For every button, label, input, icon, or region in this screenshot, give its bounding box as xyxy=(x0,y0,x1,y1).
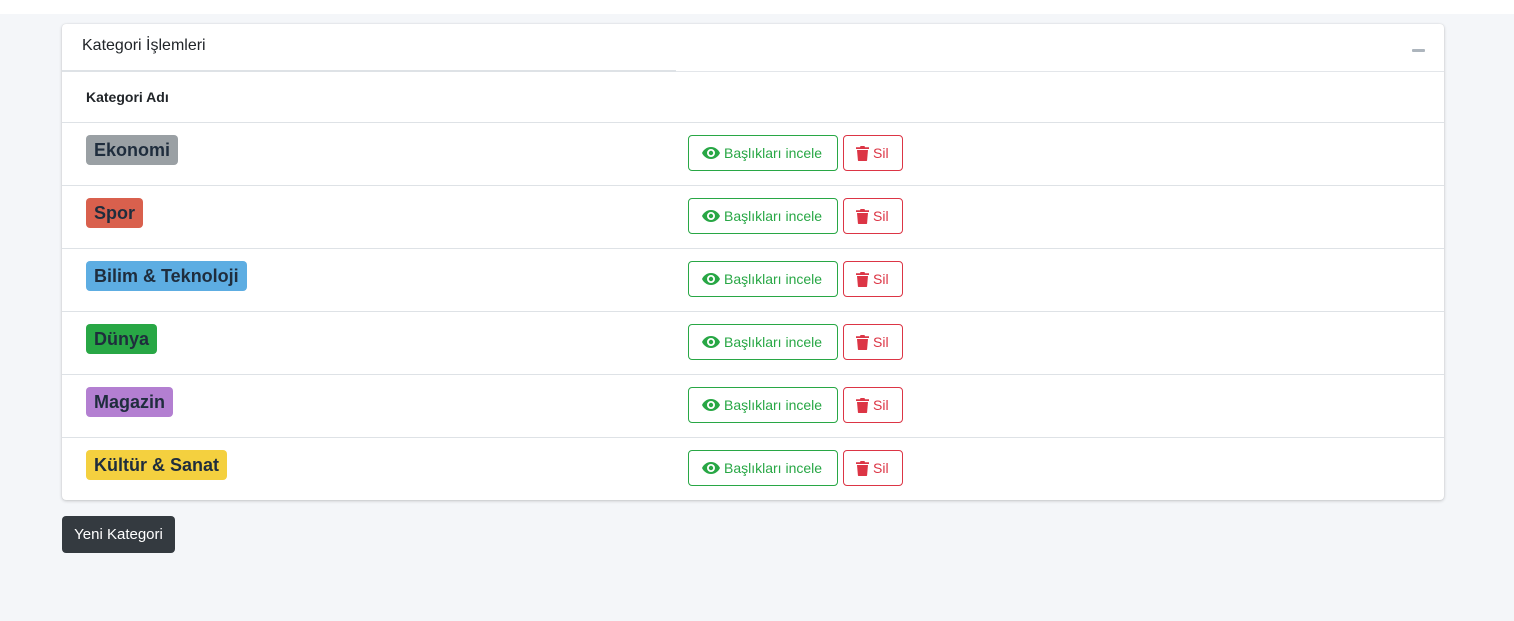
delete-button[interactable]: Sil xyxy=(843,450,903,486)
table-header: Kategori Adı xyxy=(62,72,1444,123)
trash-icon xyxy=(856,208,869,224)
category-badge: Ekonomi xyxy=(86,135,179,165)
delete-label: Sil xyxy=(873,334,889,350)
delete-label: Sil xyxy=(873,271,889,287)
card-title: Kategori İşlemleri xyxy=(82,37,206,54)
top-bar xyxy=(0,0,1514,14)
card-header: Kategori İşlemleri xyxy=(62,24,1444,72)
view-headlines-label: Başlıkları incele xyxy=(724,208,823,224)
trash-icon xyxy=(856,271,869,287)
delete-label: Sil xyxy=(873,397,889,413)
view-headlines-button[interactable]: Başlıkları incele xyxy=(688,450,838,486)
view-headlines-label: Başlıkları incele xyxy=(724,460,823,476)
category-badge: Dünya xyxy=(86,324,158,354)
table-row: Magazin Başlıkları incele Sil xyxy=(62,375,1444,438)
eye-icon xyxy=(702,210,720,222)
view-headlines-label: Başlıkları incele xyxy=(724,397,823,413)
table-row: Ekonomi Başlıkları incele Sil xyxy=(62,123,1444,186)
table-row: Dünya Başlıkları incele Sil xyxy=(62,312,1444,375)
eye-icon xyxy=(702,273,720,285)
table-row: Kültür & Sanat Başlıkları incele Sil xyxy=(62,438,1444,500)
header-divider xyxy=(62,70,676,72)
delete-button[interactable]: Sil xyxy=(843,261,903,297)
eye-icon xyxy=(702,147,720,159)
delete-label: Sil xyxy=(873,145,889,161)
view-headlines-button[interactable]: Başlıkları incele xyxy=(688,324,838,360)
trash-icon xyxy=(856,334,869,350)
new-category-button[interactable]: Yeni Kategori xyxy=(62,516,175,553)
trash-icon xyxy=(856,397,869,413)
category-table-body: Ekonomi Başlıkları incele Sil Spor Başlı… xyxy=(62,123,1444,500)
delete-button[interactable]: Sil xyxy=(843,198,903,234)
minus-icon xyxy=(1412,49,1425,52)
trash-icon xyxy=(856,460,869,476)
view-headlines-button[interactable]: Başlıkları incele xyxy=(688,387,838,423)
trash-icon xyxy=(856,145,869,161)
eye-icon xyxy=(702,336,720,348)
category-badge: Bilim & Teknoloji xyxy=(86,261,247,291)
category-badge: Spor xyxy=(86,198,144,228)
category-badge: Kültür & Sanat xyxy=(86,450,228,480)
collapse-button[interactable] xyxy=(1412,42,1426,56)
eye-icon xyxy=(702,399,720,411)
table-row: Bilim & Teknoloji Başlıkları incele Sil xyxy=(62,249,1444,312)
table-row: Spor Başlıkları incele Sil xyxy=(62,186,1444,249)
column-header-category-name: Kategori Adı xyxy=(86,89,169,105)
delete-label: Sil xyxy=(873,208,889,224)
category-card: Kategori İşlemleri Kategori Adı Ekonomi … xyxy=(62,24,1444,500)
delete-label: Sil xyxy=(873,460,889,476)
view-headlines-label: Başlıkları incele xyxy=(724,334,823,350)
delete-button[interactable]: Sil xyxy=(843,135,903,171)
view-headlines-button[interactable]: Başlıkları incele xyxy=(688,198,838,234)
view-headlines-label: Başlıkları incele xyxy=(724,145,823,161)
eye-icon xyxy=(702,462,720,474)
delete-button[interactable]: Sil xyxy=(843,387,903,423)
category-badge: Magazin xyxy=(86,387,174,417)
view-headlines-button[interactable]: Başlıkları incele xyxy=(688,261,838,297)
view-headlines-button[interactable]: Başlıkları incele xyxy=(688,135,838,171)
view-headlines-label: Başlıkları incele xyxy=(724,271,823,287)
delete-button[interactable]: Sil xyxy=(843,324,903,360)
